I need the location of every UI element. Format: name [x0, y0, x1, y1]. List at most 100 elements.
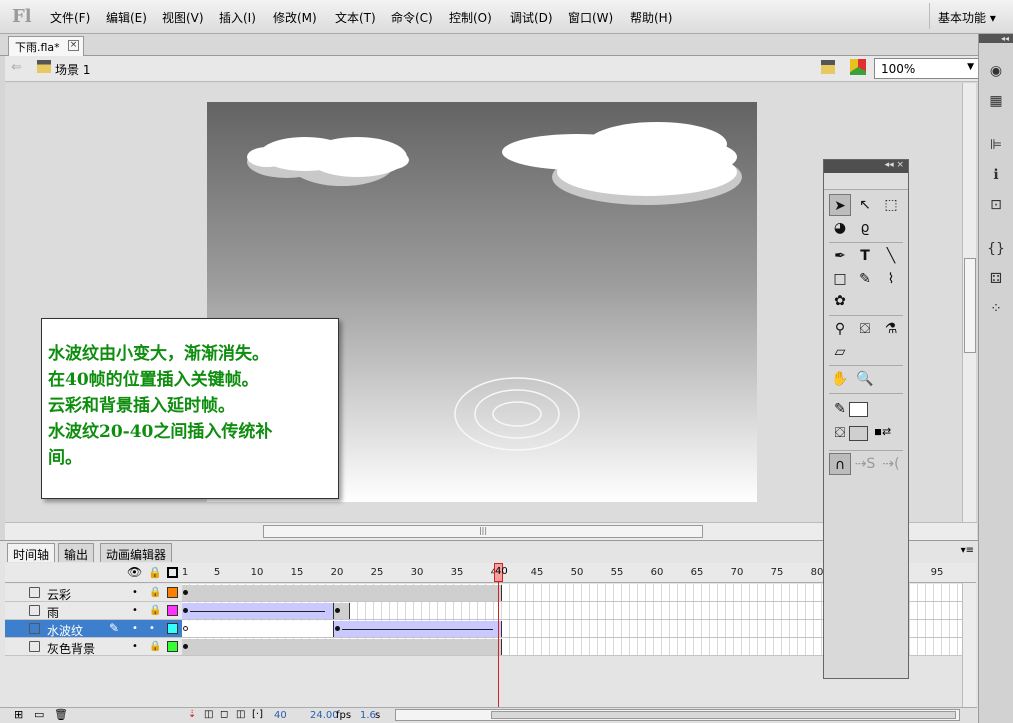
tab-timeline[interactable]: 时间轴 [7, 543, 56, 562]
straighten-icon[interactable]: ⇢( [880, 453, 902, 475]
close-icon[interactable]: ◂◂ × [885, 160, 904, 170]
zoom-icon[interactable]: 🔍 [854, 368, 876, 390]
menu-debug[interactable]: 调试(D) [510, 9, 553, 26]
lock-icon[interactable]: 🔒 [148, 566, 162, 579]
new-folder-icon[interactable]: ▭ [34, 708, 44, 721]
playhead[interactable]: 40 [494, 563, 508, 582]
motion-presets-icon[interactable]: ⁘ [987, 300, 1005, 318]
edit-multiple-icon[interactable]: ◫ [236, 709, 245, 720]
tools-panel-header[interactable]: ◂◂ × [824, 160, 908, 173]
onion-skin-icon[interactable]: ◫ [204, 709, 213, 720]
keyframe-dot[interactable] [335, 608, 340, 613]
swap-colors-icon[interactable]: ◾⇄ [874, 425, 891, 438]
frame-span[interactable] [182, 639, 502, 655]
color-swatches-icon[interactable]: ◉ [987, 62, 1005, 80]
paint-bucket-icon[interactable]: ⛋ [854, 318, 876, 340]
eyedropper-icon[interactable]: ⚗ [880, 318, 902, 340]
center-frame-icon[interactable]: ⇣ [188, 709, 196, 720]
workspace-switcher[interactable]: 基本功能 ▾ [929, 3, 1009, 29]
menu-edit[interactable]: 编辑(E) [106, 9, 147, 26]
tween-span[interactable] [334, 621, 502, 637]
frame-span[interactable] [334, 603, 350, 619]
tab-output[interactable]: 输出 [58, 543, 95, 562]
3d-rotation-icon[interactable]: ◕ [829, 217, 851, 239]
layer-outline-color[interactable] [167, 623, 178, 634]
lasso-icon[interactable]: ϱ [854, 217, 876, 239]
scene-label[interactable]: 场景 1 [55, 61, 90, 78]
layer-row[interactable]: 云彩 • 🔒 [5, 584, 182, 602]
menu-control[interactable]: 控制(O) [449, 9, 492, 26]
timeline-vertical-scrollbar[interactable] [962, 583, 976, 707]
edit-scene-icon[interactable] [821, 60, 835, 74]
keyframe-dot[interactable] [183, 590, 188, 595]
text-icon[interactable]: T [854, 245, 876, 267]
layer-name[interactable]: 灰色背景 [47, 640, 95, 657]
new-layer-icon[interactable]: ⊞ [14, 708, 23, 721]
bone-icon[interactable]: ⚲ [829, 318, 851, 340]
subselect-icon[interactable]: ↖ [854, 194, 876, 216]
keyframe-dot[interactable] [183, 608, 188, 613]
menu-modify[interactable]: 修改(M) [273, 9, 317, 26]
swatches-grid-icon[interactable]: ▦ [987, 92, 1005, 110]
stroke-color-swatch[interactable] [849, 402, 868, 417]
visibility-dot[interactable]: • [132, 605, 138, 616]
transform-icon[interactable]: ⊡ [987, 196, 1005, 214]
tab-motion-editor[interactable]: 动画编辑器 [100, 543, 173, 562]
close-icon[interactable]: × [68, 40, 79, 51]
tools-panel-titlebar[interactable] [824, 173, 908, 190]
menu-text[interactable]: 文本(T) [335, 9, 376, 26]
onion-outline-icon[interactable]: ◻ [220, 709, 228, 720]
hand-icon[interactable]: ✋ [829, 368, 851, 390]
fill-color-swatch[interactable] [849, 426, 868, 441]
layer-outline-color[interactable] [167, 587, 178, 598]
stage-vertical-scroll-thumb[interactable] [964, 258, 976, 353]
timeline-horizontal-scrollbar[interactable] [395, 709, 960, 721]
code-snippets-icon[interactable]: {} [987, 240, 1005, 258]
back-arrow-icon[interactable]: ⇐ [11, 60, 22, 75]
free-transform-icon[interactable]: ⬚ [880, 194, 902, 216]
line-icon[interactable]: ╲ [880, 245, 902, 267]
fps-readout[interactable]: 24.00 [310, 710, 339, 721]
layer-name[interactable]: 水波纹 [47, 622, 83, 639]
fill-color-icon[interactable]: ⛋ [829, 422, 851, 444]
layer-row[interactable]: 水波纹 ✎ • • [5, 620, 182, 638]
layer-row[interactable]: 灰色背景 • 🔒 [5, 638, 182, 656]
keyframe-dot[interactable] [183, 644, 188, 649]
menu-insert[interactable]: 插入(I) [219, 9, 256, 26]
edit-symbols-icon[interactable] [850, 59, 866, 75]
pencil-icon[interactable]: ✎ [854, 268, 876, 290]
keyframe-dot[interactable] [183, 626, 188, 631]
menu-commands[interactable]: 命令(C) [391, 9, 433, 26]
stage-horizontal-scroll-thumb[interactable]: ||| [263, 525, 703, 538]
stage-vertical-scrollbar[interactable] [962, 83, 976, 522]
lock-dot[interactable]: • [149, 623, 155, 634]
document-tab[interactable]: 下雨.fla* × [8, 36, 84, 56]
frame-span[interactable] [182, 585, 502, 601]
stroke-color-icon[interactable]: ✎ [829, 398, 851, 420]
timeline-scroll-thumb[interactable] [491, 711, 956, 719]
pen-icon[interactable]: ✒ [829, 245, 851, 267]
brush-icon[interactable]: ⌇ [880, 268, 902, 290]
visibility-dot[interactable]: • [132, 623, 138, 634]
menu-help[interactable]: 帮助(H) [630, 9, 672, 26]
lock-dot[interactable]: 🔒 [149, 587, 161, 598]
lock-dot[interactable]: 🔒 [149, 605, 161, 616]
deco-icon[interactable]: ✿ [829, 290, 851, 312]
rectangle-icon[interactable]: □ [829, 268, 851, 290]
zoom-select[interactable]: 100% ▼ [874, 58, 979, 79]
align-icon[interactable]: ⊫ [987, 136, 1005, 154]
arrow-icon[interactable]: ➤ [829, 194, 851, 216]
show-hide-icon[interactable]: 👁 [127, 565, 142, 579]
menu-view[interactable]: 视图(V) [162, 9, 204, 26]
delete-icon[interactable]: 🗑 [54, 708, 68, 721]
panel-menu-icon[interactable]: ▾≡ [961, 545, 974, 556]
tween-span[interactable] [182, 603, 334, 619]
info-icon[interactable]: ℹ [987, 166, 1005, 184]
layer-outline-color[interactable] [167, 641, 178, 652]
visibility-dot[interactable]: • [132, 587, 138, 598]
menu-file[interactable]: 文件(F) [50, 9, 90, 26]
visibility-dot[interactable]: • [132, 641, 138, 652]
layer-outline-color[interactable] [167, 605, 178, 616]
current-frame-readout[interactable]: 40 [274, 710, 287, 721]
smooth-icon[interactable]: ⇢S [854, 453, 876, 475]
